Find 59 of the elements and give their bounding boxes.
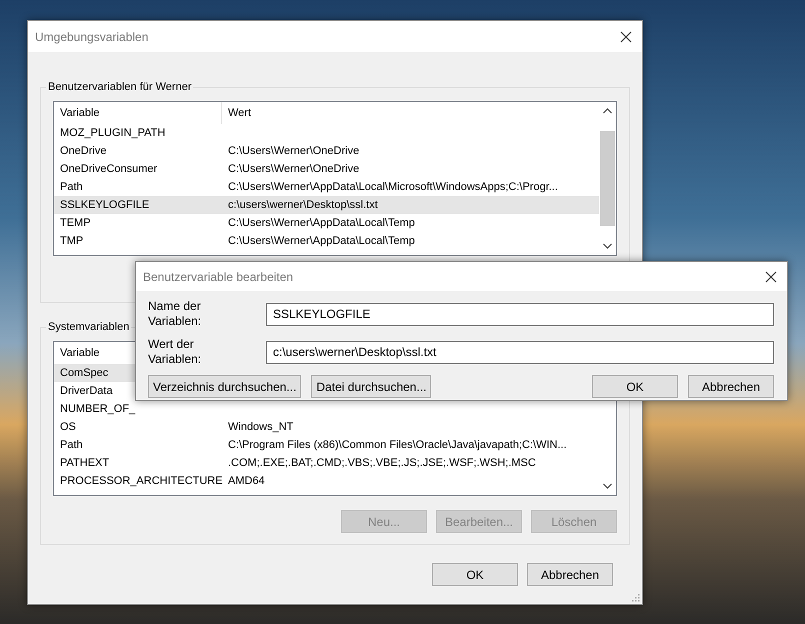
table-cell: SSLKEYLOGFILE [60, 199, 150, 211]
table-cell-text: C:\Users\Werner\OneDrive [227, 163, 360, 175]
close-icon[interactable] [620, 30, 632, 42]
chevron-up-icon[interactable] [603, 108, 612, 114]
dialog-button[interactable]: Abbrechen [527, 563, 613, 586]
table-cell: OneDriveConsumer [60, 163, 158, 175]
dialog-button[interactable]: OK [592, 375, 678, 398]
table-cell: OS [60, 421, 76, 433]
chevron-down-icon[interactable] [603, 483, 612, 489]
table-cell-text: C:\Program Files (x86)\Common Files\Oracle\Java\javapath;C:\WIN... [227, 439, 567, 451]
group-title: Benutzervariablen für Werner [47, 81, 192, 93]
field-label: Name der Variablen: [148, 299, 202, 329]
variable-row[interactable]: OneDrive C:\Users\Werner\OneDrive [54, 142, 599, 160]
table-cell: MOZ_PLUGIN_PATH [60, 127, 166, 139]
column-header[interactable]: Variable [60, 107, 100, 119]
table-cell: TEMP [60, 217, 91, 229]
variable-row[interactable]: Path C:\Users\Werner\AppData\Local\Microsoft\WindowsApps;C:\Progr... [54, 178, 599, 196]
window-title: Umgebungsvariablen [35, 30, 148, 44]
table-cell: OneDrive [60, 145, 106, 157]
table-cell: PATHEXT [60, 457, 110, 469]
table-cell: ComSpec [60, 367, 108, 379]
table-cell: PROCESSOR_ARCHITECTURE [60, 475, 223, 487]
table-cell-text: Windows_NT [227, 421, 294, 433]
browse-button[interactable]: Datei durchsuchen... [311, 375, 432, 398]
table-cell-text: AMD64 [227, 475, 265, 487]
input-field[interactable]: SSLKEYLOGFILE [266, 302, 774, 326]
table-cell: Path [60, 181, 83, 193]
dialog-button[interactable]: OK [432, 563, 518, 586]
table-cell-text: C:\Users\Werner\AppData\Local\Temp [227, 235, 415, 247]
variable-row[interactable]: TMP C:\Users\Werner\AppData\Local\Temp [54, 232, 599, 250]
variable-row[interactable]: PATHEXT .COM;.EXE;.BAT;.CMD;.VBS;.VBE;.JS;.JSE;.WSF;.WSH;.MSC [54, 454, 599, 472]
variable-row[interactable]: Path C:\Program Files (x86)\Common Files\Oracle\Java\javapath;C:\WIN... [54, 436, 599, 454]
table-cell-text: C:\Users\Werner\AppData\Local\Temp [227, 217, 415, 229]
group-title: Systemvariablen [47, 321, 130, 333]
dialog-button[interactable]: Abbrechen [688, 375, 774, 398]
browse-button[interactable]: Verzeichnis durchsuchen... [148, 375, 302, 398]
table-cell-text: c:\users\werner\Desktop\ssl.txt [227, 199, 378, 211]
column-header[interactable]: Variable [60, 347, 100, 359]
table-cell: NUMBER_OF_ [60, 403, 136, 415]
variable-row[interactable]: SSLKEYLOGFILE c:\users\werner\Desktop\ssl.txt [54, 196, 599, 214]
chevron-down-icon[interactable] [603, 243, 612, 249]
table-cell-text: .COM;.EXE;.BAT;.CMD;.VBS;.VBE;.JS;.JSE;.WSF;.WSH;.MSC [227, 457, 536, 469]
variable-row[interactable]: NUMBER_OF_ [54, 400, 599, 418]
resize-grip-icon[interactable] [632, 594, 640, 602]
field-label: Wert der Variablen: [148, 337, 202, 367]
scrollbar-thumb[interactable] [600, 131, 615, 226]
column-header[interactable]: Wert [228, 107, 252, 119]
close-icon[interactable] [765, 270, 777, 282]
variable-row[interactable]: TEMP C:\Users\Werner\AppData\Local\Temp [54, 214, 599, 232]
variable-row[interactable]: PROCESSOR_ARCHITECTURE AMD64 [54, 472, 599, 490]
table-cell: TMP [60, 235, 84, 247]
input-field[interactable]: c:\users\werner\Desktop\ssl.txt [266, 340, 774, 364]
table-cell-text: C:\Users\Werner\AppData\Local\Microsoft\WindowsApps;C:\Progr... [227, 181, 558, 193]
variable-row[interactable]: OS Windows_NT [54, 418, 599, 436]
window-title: Benutzervariable bearbeiten [143, 270, 294, 284]
table-cell: Path [60, 439, 83, 451]
table-cell-text: C:\Users\Werner\OneDrive [227, 145, 360, 157]
variable-row[interactable]: OneDriveConsumer C:\Users\Werner\OneDrive [54, 160, 599, 178]
variable-row[interactable]: MOZ_PLUGIN_PATH [54, 124, 599, 142]
